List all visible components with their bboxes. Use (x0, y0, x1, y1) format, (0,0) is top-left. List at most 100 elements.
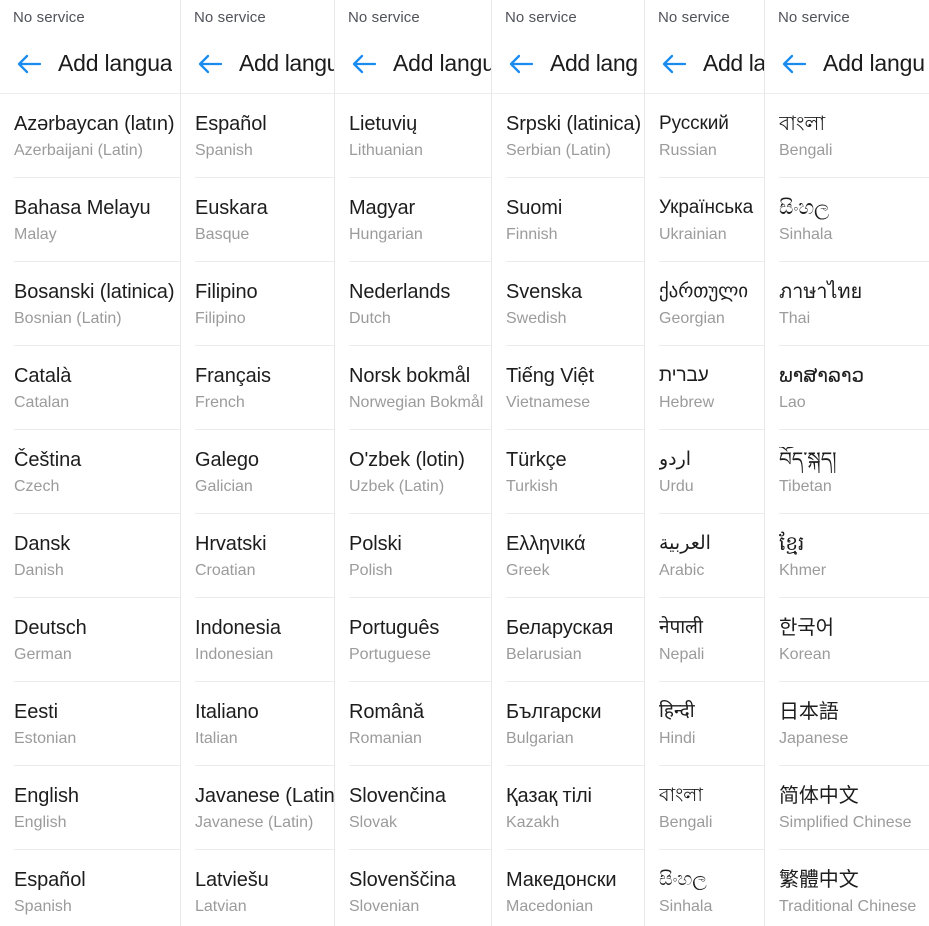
language-list-item[interactable]: Indonesia Indonesian (181, 598, 334, 682)
language-english-name: Belarusian (506, 645, 582, 663)
language-list-item[interactable]: 简体中文 Simplified Chinese (765, 766, 929, 850)
language-list-item[interactable]: Русский Russian (645, 94, 764, 178)
language-list-item[interactable]: Latviešu Latvian (181, 850, 334, 926)
language-english-name: German (14, 645, 72, 663)
language-list-item[interactable]: Lietuvių Lithuanian (335, 94, 491, 178)
arrow-left-icon[interactable] (195, 49, 225, 79)
language-list-item[interactable]: Čeština Czech (0, 430, 180, 514)
language-list-item[interactable]: Ελληνικά Greek (492, 514, 644, 598)
language-list-item[interactable]: 日本語 Japanese (765, 682, 929, 766)
language-list-item[interactable]: Македонски Macedonian (492, 850, 644, 926)
language-list-item[interactable]: বাংলা Bengali (765, 94, 929, 178)
language-list-item[interactable]: Français French (181, 346, 334, 430)
carrier-status-text: No service (13, 8, 85, 26)
language-list-item[interactable]: Bosanski (latinica) Bosnian (Latin) (0, 262, 180, 346)
language-list-item[interactable]: Қазақ тілі Kazakh (492, 766, 644, 850)
carrier-status-text: No service (778, 8, 850, 26)
language-english-name: Latvian (195, 897, 247, 915)
carrier-status-text: No service (658, 8, 730, 26)
app-bar: Add langu (181, 34, 334, 94)
language-english-name: Traditional Chinese (779, 897, 917, 915)
language-english-name: Czech (14, 477, 60, 495)
arrow-left-icon[interactable] (349, 49, 379, 79)
language-list-item[interactable]: ქართული Georgian (645, 262, 764, 346)
language-list-item[interactable]: O'zbek (lotin) Uzbek (Latin) (335, 430, 491, 514)
language-list-item[interactable]: हिन्दी Hindi (645, 682, 764, 766)
phone-screen-3: No service Add langu Lietuvių Lithuanian Mag… (335, 0, 492, 926)
language-list-item[interactable]: Български Bulgarian (492, 682, 644, 766)
app-bar: Add la (645, 34, 764, 94)
language-english-name: Serbian (Latin) (506, 141, 611, 159)
language-native-name: Čeština (14, 448, 82, 471)
language-list-item[interactable]: Română Romanian (335, 682, 491, 766)
status-bar: No service (181, 0, 334, 34)
language-list-item[interactable]: English English (0, 766, 180, 850)
language-list-item[interactable]: Euskara Basque (181, 178, 334, 262)
language-list-item[interactable]: עברית Hebrew (645, 346, 764, 430)
arrow-left-icon[interactable] (506, 49, 536, 79)
language-list-item[interactable]: Hrvatski Croatian (181, 514, 334, 598)
language-english-name: Spanish (14, 897, 72, 915)
language-list-item[interactable]: Español Spanish (0, 850, 180, 926)
page-title: Add langu (393, 50, 491, 76)
language-list-item[interactable]: বাংলা Bengali (645, 766, 764, 850)
language-list-item[interactable]: 한국어 Korean (765, 598, 929, 682)
language-list-item[interactable]: Slovenčina Slovak (335, 766, 491, 850)
language-list-item[interactable]: Svenska Swedish (492, 262, 644, 346)
carrier-status-text: No service (348, 8, 420, 26)
language-list-item[interactable]: Magyar Hungarian (335, 178, 491, 262)
language-list-item[interactable]: Português Portuguese (335, 598, 491, 682)
language-english-name: Kazakh (506, 813, 560, 831)
language-native-name: ภาษาไทย (779, 280, 863, 303)
language-list-item[interactable]: සිංහල Sinhala (765, 178, 929, 262)
language-list-item[interactable]: Nederlands Dutch (335, 262, 491, 346)
language-list-item[interactable]: Galego Galician (181, 430, 334, 514)
language-english-name: Filipino (195, 309, 246, 327)
language-list-item[interactable]: Srpski (latinica) Serbian (Latin) (492, 94, 644, 178)
language-list-item[interactable]: සිංහල Sinhala (645, 850, 764, 926)
language-list-item[interactable]: Tiếng Việt Vietnamese (492, 346, 644, 430)
arrow-left-icon[interactable] (14, 49, 44, 79)
language-english-name: Portuguese (349, 645, 431, 663)
language-native-name: ქართული (659, 280, 749, 302)
language-list-item[interactable]: Suomi Finnish (492, 178, 644, 262)
language-list-item[interactable]: Türkçe Turkish (492, 430, 644, 514)
language-list: Español Spanish Euskara Basque Filipino Filip… (181, 94, 334, 926)
language-native-name: Dansk (14, 532, 71, 555)
language-list-item[interactable]: Italiano Italian (181, 682, 334, 766)
language-list-item[interactable]: Deutsch German (0, 598, 180, 682)
language-native-name: O'zbek (lotin) (349, 448, 465, 471)
language-english-name: Dutch (349, 309, 391, 327)
language-list-item[interactable]: اردو Urdu (645, 430, 764, 514)
language-list-item[interactable]: Norsk bokmål Norwegian Bokmål (335, 346, 491, 430)
language-list-item[interactable]: Dansk Danish (0, 514, 180, 598)
language-list-item[interactable]: العربية Arabic (645, 514, 764, 598)
language-list-item[interactable]: Español Spanish (181, 94, 334, 178)
language-list-item[interactable]: Polski Polish (335, 514, 491, 598)
language-native-name: བོད་སྐད། (779, 448, 837, 471)
language-list-item[interactable]: Javanese (Latin) Javanese (Latin) (181, 766, 334, 850)
language-native-name: Bosanski (latinica) (14, 280, 175, 303)
arrow-left-icon[interactable] (779, 49, 809, 79)
arrow-left-icon[interactable] (659, 49, 689, 79)
language-list-item[interactable]: ខ្មែរ Khmer (765, 514, 929, 598)
language-native-name: Magyar (349, 196, 416, 219)
language-list-item[interactable]: Беларуская Belarusian (492, 598, 644, 682)
language-english-name: Simplified Chinese (779, 813, 912, 831)
language-list-item[interactable]: Filipino Filipino (181, 262, 334, 346)
language-native-name: Português (349, 616, 440, 639)
language-list-item[interactable]: Eesti Estonian (0, 682, 180, 766)
language-list-item[interactable]: ภาษาไทย Thai (765, 262, 929, 346)
language-native-name: Русский (659, 112, 729, 134)
language-list-item[interactable]: Català Catalan (0, 346, 180, 430)
language-list-item[interactable]: Bahasa Melayu Malay (0, 178, 180, 262)
language-list-item[interactable]: ພາສາລາວ Lao (765, 346, 929, 430)
page-title: Add langu (823, 50, 925, 76)
language-native-name: Lietuvių (349, 112, 418, 135)
language-list-item[interactable]: བོད་སྐད། Tibetan (765, 430, 929, 514)
language-list-item[interactable]: Slovenščina Slovenian (335, 850, 491, 926)
language-list-item[interactable]: Azərbaycan (latın) Azerbaijani (Latin) (0, 94, 180, 178)
language-list-item[interactable]: नेपाली Nepali (645, 598, 764, 682)
language-list-item[interactable]: Українська Ukrainian (645, 178, 764, 262)
language-list-item[interactable]: 繁體中文 Traditional Chinese (765, 850, 929, 926)
